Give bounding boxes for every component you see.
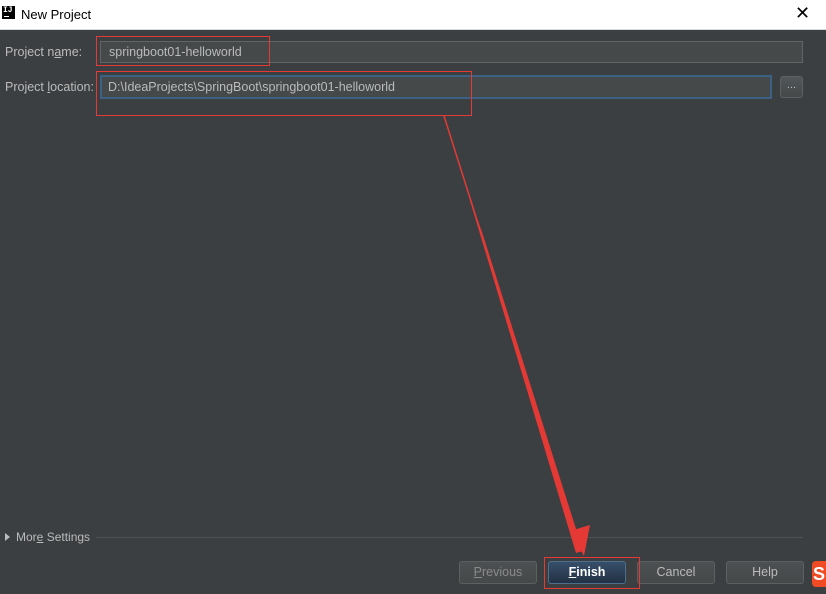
- previous-button[interactable]: Previous: [459, 561, 537, 584]
- finish-rest: inish: [576, 565, 606, 579]
- previous-mnemonic: P: [473, 565, 483, 579]
- window-title: New Project: [21, 7, 92, 22]
- project-name-input[interactable]: [100, 41, 803, 63]
- project-location-input[interactable]: [100, 75, 772, 99]
- arrow-head: [570, 525, 590, 556]
- project-name-label-prefix: Project n: [5, 45, 55, 59]
- project-location-label: Project location:: [5, 80, 94, 94]
- expand-triangle-icon: [5, 532, 10, 541]
- project-location-label-prefix: Project: [5, 80, 48, 94]
- project-location-label-suffix: ocation:: [50, 80, 94, 94]
- project-name-label-suffix: me:: [61, 45, 83, 59]
- title-bar: IJ New Project ✕: [0, 0, 826, 30]
- more-settings-toggle[interactable]: More Settings: [5, 530, 90, 544]
- previous-rest: revious: [482, 565, 523, 579]
- more-settings-prefix: Mor: [16, 530, 37, 544]
- sogou-ime-icon: S: [812, 561, 826, 587]
- more-settings-suffix: Settings: [43, 530, 91, 544]
- close-icon[interactable]: ✕: [795, 4, 810, 22]
- cancel-button[interactable]: Cancel: [637, 561, 715, 584]
- browse-button[interactable]: ...: [780, 76, 803, 98]
- arrow-shaft-thin: [443, 115, 580, 543]
- settings-divider: [96, 537, 803, 538]
- intellij-app-icon: IJ: [2, 6, 15, 19]
- finish-button[interactable]: Finish: [548, 561, 626, 584]
- project-name-label: Project name:: [5, 45, 82, 59]
- arrow-shaft-thick: [468, 194, 583, 553]
- help-button[interactable]: Help: [726, 561, 804, 584]
- red-arrow-icon: [443, 115, 590, 556]
